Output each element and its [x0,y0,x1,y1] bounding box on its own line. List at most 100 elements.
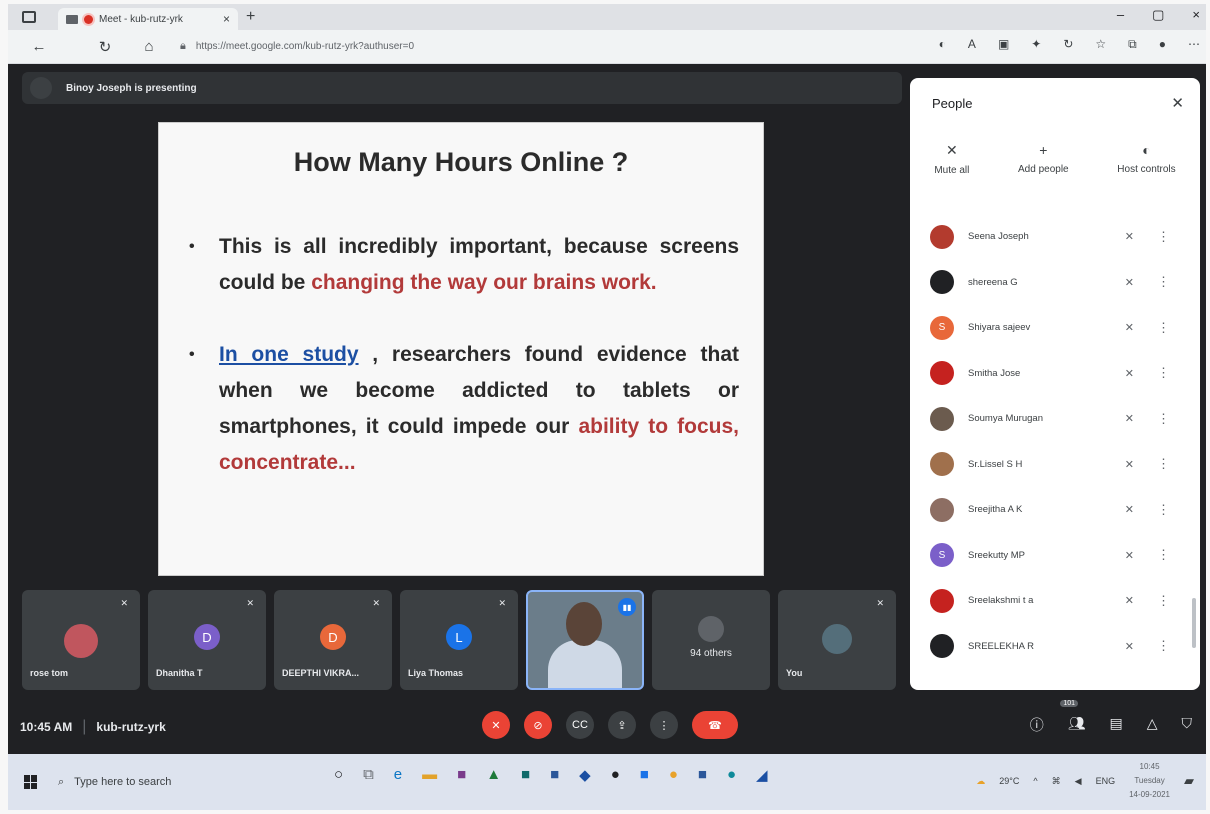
profile-icon[interactable]: ● [1159,37,1166,52]
more-icon[interactable]: ⋮ [1157,456,1170,472]
app-icon[interactable]: ● [611,766,620,784]
app-icon[interactable]: ■ [457,766,466,784]
back-icon[interactable]: ← [26,38,52,55]
mic-off-icon: ✕ [1124,595,1134,608]
avatar: S [930,543,954,568]
activities-icon[interactable]: △ [1147,715,1158,735]
panel-scrollbar[interactable] [1192,598,1196,648]
read-aloud-icon[interactable]: A [968,37,976,52]
mic-toggle-button[interactable]: ✕ [482,711,510,739]
taskbar-clock[interactable]: 10:45 Tuesday 14-09-2021 [1129,760,1170,802]
reload-icon[interactable]: ↻ [92,38,118,56]
list-item[interactable]: Sreejitha A K ✕ ⋮ [910,487,1200,533]
leave-call-button[interactable]: ☎ [692,711,738,739]
present-button[interactable]: ⇪ [608,711,636,739]
pin-icon[interactable]: ✦ [1031,37,1041,52]
close-panel-icon[interactable]: ✕ [1171,94,1184,112]
app-icon[interactable]: ■ [640,766,649,784]
volume-icon[interactable]: ◀ [1075,776,1082,787]
mic-off-icon: ✕ [1124,458,1134,471]
app-icon[interactable]: ● [669,766,678,784]
app-icon[interactable]: ◆ [579,766,591,784]
more-icon[interactable]: ⋮ [1157,229,1170,245]
extension-icon[interactable]: ▣ [998,37,1009,52]
tray-chevron-icon[interactable]: ^ [1033,776,1037,786]
self-tile[interactable]: ✕ You [778,590,896,690]
add-people-button[interactable]: + Add people [1018,142,1069,176]
more-icon[interactable]: ⋮ [1157,593,1170,609]
url-field[interactable]: 🔒︎ https://meet.google.com/kub-rutz-yrk?… [180,35,880,59]
app-icon[interactable]: ▲ [486,766,501,784]
more-icon[interactable]: ⋮ [1157,547,1170,563]
list-item[interactable]: SREELEKHA R ✕ ⋮ [910,624,1200,670]
notification-icon[interactable]: ▰ [1184,773,1194,789]
collections-icon[interactable]: ⧉ [1128,37,1137,52]
list-item[interactable]: S Sreekutty MP ✕ ⋮ [910,533,1200,579]
participant-tile[interactable]: ✕ rose tom [22,590,140,690]
network-icon[interactable]: ⌘ [1052,776,1061,787]
app-icon[interactable]: ● [727,766,736,784]
refresh-ext-icon[interactable]: ↻ [1063,37,1073,52]
minimize-button[interactable]: – [1117,7,1124,23]
list-item[interactable]: shereena G ✕ ⋮ [910,260,1200,306]
app-icon[interactable]: ■ [521,766,530,784]
close-window-button[interactable]: × [1192,7,1200,23]
more-icon[interactable]: ⋮ [1157,320,1170,336]
clock-time: 10:45 [1139,762,1160,771]
more-icon[interactable]: ⋯ [1188,37,1200,52]
windows-start-icon[interactable] [24,775,38,789]
list-item[interactable]: Smitha Jose ✕ ⋮ [910,351,1200,397]
language-indicator[interactable]: ENG [1096,776,1116,786]
more-icon[interactable]: ⋮ [1157,638,1170,654]
camera-toggle-button[interactable]: ⊘ [524,711,552,739]
mute-all-button[interactable]: ✕ Mute all [934,142,969,176]
weather-icon[interactable]: ☁ [976,776,985,787]
tab-close-icon[interactable]: × [223,12,230,26]
task-view-icon[interactable]: ⧉ [363,766,374,784]
favorites-icon[interactable]: ☆ [1095,37,1106,52]
app-icon[interactable]: ■ [550,766,559,784]
edge-icon[interactable]: e [394,766,402,784]
list-item[interactable]: Seena Joseph ✕ ⋮ [910,214,1200,260]
presenter-video-tile[interactable]: ▮▮ [526,590,644,690]
app-icon[interactable]: ◢ [756,766,768,784]
tab-actions-icon[interactable] [22,11,36,23]
more-icon[interactable]: ⋮ [1157,411,1170,427]
list-item[interactable]: Sr.Lissel S H ✕ ⋮ [910,442,1200,488]
more-icon[interactable]: ⋮ [1157,274,1170,290]
extensions-toolbar: ◐ A ▣ ✦ ↻ ☆ ⧉ ● ⋯ [939,37,1200,52]
more-options-button[interactable]: ⋮ [650,711,678,739]
app-icon[interactable]: ■ [698,766,707,784]
study-link[interactable]: In one study [219,343,359,366]
participant-tile[interactable]: ✕ L Liya Thomas [400,590,518,690]
chat-icon[interactable]: ▤ [1109,715,1122,735]
mic-off-icon: ✕ [1124,549,1134,562]
participant-tile[interactable]: ✕ D Dhanitha T [148,590,266,690]
people-icon[interactable]: 👥︎ [1068,715,1086,735]
host-controls-button[interactable]: ◐ Host controls [1117,142,1175,176]
tab-meet[interactable]: Meet - kub-rutz-yrk × [58,8,238,30]
avatar: S [930,315,954,340]
file-explorer-icon[interactable]: ▬ [422,766,437,784]
weather-temp[interactable]: 29°C [999,776,1019,786]
camera-icon[interactable]: ◐ [939,37,946,52]
captions-button[interactable]: CC [566,711,594,739]
list-item[interactable]: S Shiyara sajeev ✕ ⋮ [910,305,1200,351]
mic-off-icon: ✕ [1124,413,1134,426]
avatar [930,270,954,295]
host-controls-icon[interactable]: ⛉ [1182,715,1193,735]
bullet-1-highlight: changing the way our brains work. [311,271,657,294]
taskbar-search[interactable]: ⌕ Type here to search [58,764,318,800]
more-icon[interactable]: ⋮ [1157,365,1170,381]
more-icon[interactable]: ⋮ [1157,502,1170,518]
list-item[interactable]: Soumya Murugan ✕ ⋮ [910,396,1200,442]
info-icon[interactable]: ⓘ [1030,715,1044,735]
new-tab-button[interactable]: + [246,8,255,26]
maximize-button[interactable]: ▢ [1152,7,1164,23]
list-item[interactable]: Sreelakshmi t a ✕ ⋮ [910,578,1200,624]
participant-tile[interactable]: ✕ D DEEPTHI VIKRA... [274,590,392,690]
speaking-icon: ▮▮ [618,598,636,616]
home-icon[interactable]: ⌂ [136,38,162,55]
cortana-icon[interactable]: ○ [334,766,343,784]
others-tile[interactable]: 94 others [652,590,770,690]
